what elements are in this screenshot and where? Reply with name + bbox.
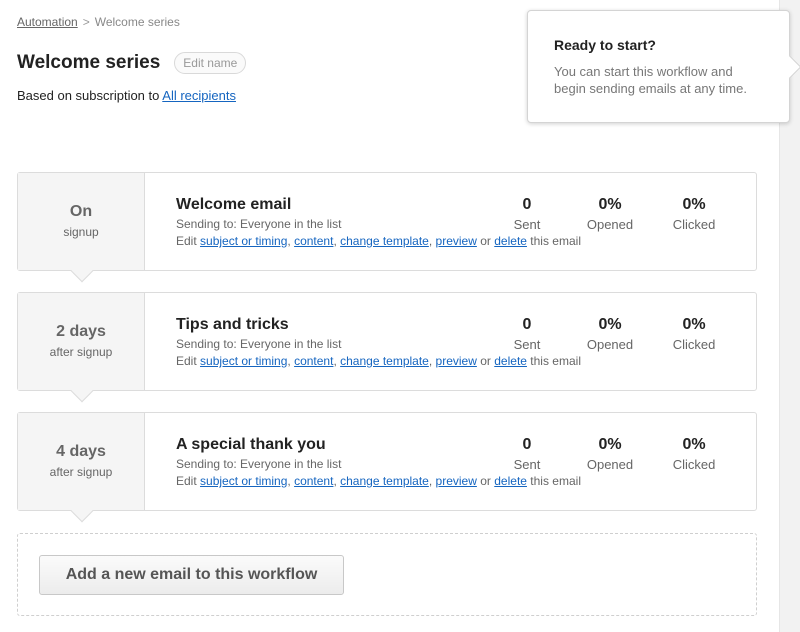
timing-value: 2 days: [56, 323, 106, 340]
sent-stat: 0 Sent: [487, 196, 567, 232]
edit-subject-link[interactable]: subject or timing: [200, 354, 287, 368]
sent-label: Sent: [513, 457, 541, 472]
subscription-info: Based on subscription to All recipients: [17, 88, 236, 103]
timing-value: On: [69, 203, 93, 220]
opened-stat: 0% Opened: [570, 316, 650, 352]
add-email-area: Add a new email to this workflow: [17, 533, 757, 616]
email-actions: Edit subject or timing, content, change …: [176, 234, 581, 248]
email-actions: Edit subject or timing, content, change …: [176, 354, 581, 368]
opened-label: Opened: [586, 337, 634, 352]
breadcrumb: Automation > Welcome series: [17, 15, 180, 29]
add-email-button[interactable]: Add a new email to this workflow: [39, 555, 344, 595]
edit-content-link[interactable]: content: [294, 234, 333, 248]
clicked-rate: 0%: [682, 316, 706, 333]
email-card: 4 days after signup A special thank you …: [17, 412, 757, 523]
opened-rate: 0%: [598, 316, 622, 333]
change-template-link[interactable]: change template: [340, 474, 429, 488]
edit-prefix: Edit: [176, 234, 197, 248]
page-title: Welcome series: [17, 52, 161, 73]
this-email-text: this email: [530, 354, 581, 368]
all-recipients-link[interactable]: All recipients: [162, 88, 236, 103]
clicked-stat: 0% Clicked: [654, 196, 734, 232]
preview-link[interactable]: preview: [436, 234, 477, 248]
delete-link[interactable]: delete: [494, 354, 527, 368]
email-actions: Edit subject or timing, content, change …: [176, 474, 581, 488]
edit-content-link[interactable]: content: [294, 354, 333, 368]
or-text: or: [480, 234, 491, 248]
clicked-label: Clicked: [672, 337, 716, 352]
edit-prefix: Edit: [176, 474, 197, 488]
edit-content-link[interactable]: content: [294, 474, 333, 488]
email-timing: On signup: [18, 173, 145, 270]
opened-stat: 0% Opened: [570, 196, 650, 232]
title-row: Welcome series Edit name: [17, 52, 247, 74]
clicked-stat: 0% Clicked: [654, 436, 734, 472]
sent-stat: 0 Sent: [487, 316, 567, 352]
clicked-rate: 0%: [682, 196, 706, 213]
opened-rate: 0%: [598, 196, 622, 213]
sent-count: 0: [522, 196, 532, 213]
popover-title: Ready to start?: [554, 37, 656, 53]
subscription-prefix: Based on subscription to: [17, 88, 160, 103]
breadcrumb-link-automation[interactable]: Automation: [17, 15, 78, 29]
sent-stat: 0 Sent: [487, 436, 567, 472]
breadcrumb-separator: >: [82, 15, 90, 29]
timing-value: 4 days: [56, 443, 106, 460]
email-timing: 4 days after signup: [18, 413, 145, 510]
timing-description: after signup: [49, 345, 113, 359]
opened-stat: 0% Opened: [570, 436, 650, 472]
edit-name-button[interactable]: Edit name: [174, 52, 247, 74]
popover-body: You can start this workflow and begin se…: [554, 64, 747, 96]
timing-description: signup: [63, 225, 99, 239]
edit-prefix: Edit: [176, 354, 197, 368]
preview-link[interactable]: preview: [436, 474, 477, 488]
clicked-rate: 0%: [682, 436, 706, 453]
change-template-link[interactable]: change template: [340, 354, 429, 368]
edit-subject-link[interactable]: subject or timing: [200, 234, 287, 248]
timing-description: after signup: [49, 465, 113, 479]
breadcrumb-current: Welcome series: [94, 15, 180, 29]
email-card: On signup Welcome email Sending to: Ever…: [17, 172, 757, 283]
clicked-label: Clicked: [672, 457, 716, 472]
sent-label: Sent: [513, 217, 541, 232]
sent-label: Sent: [513, 337, 541, 352]
ready-to-start-popover: Ready to start? You can start this workf…: [527, 10, 800, 123]
opened-rate: 0%: [598, 436, 622, 453]
clicked-label: Clicked: [672, 217, 716, 232]
clicked-stat: 0% Clicked: [654, 316, 734, 352]
delete-link[interactable]: delete: [494, 234, 527, 248]
change-template-link[interactable]: change template: [340, 234, 429, 248]
opened-label: Opened: [586, 457, 634, 472]
email-timing: 2 days after signup: [18, 293, 145, 390]
sent-count: 0: [522, 316, 532, 333]
or-text: or: [480, 354, 491, 368]
delete-link[interactable]: delete: [494, 474, 527, 488]
this-email-text: this email: [530, 474, 581, 488]
this-email-text: this email: [530, 234, 581, 248]
sent-count: 0: [522, 436, 532, 453]
edit-subject-link[interactable]: subject or timing: [200, 474, 287, 488]
email-card: 2 days after signup Tips and tricks Send…: [17, 292, 757, 403]
or-text: or: [480, 474, 491, 488]
preview-link[interactable]: preview: [436, 354, 477, 368]
opened-label: Opened: [586, 217, 634, 232]
